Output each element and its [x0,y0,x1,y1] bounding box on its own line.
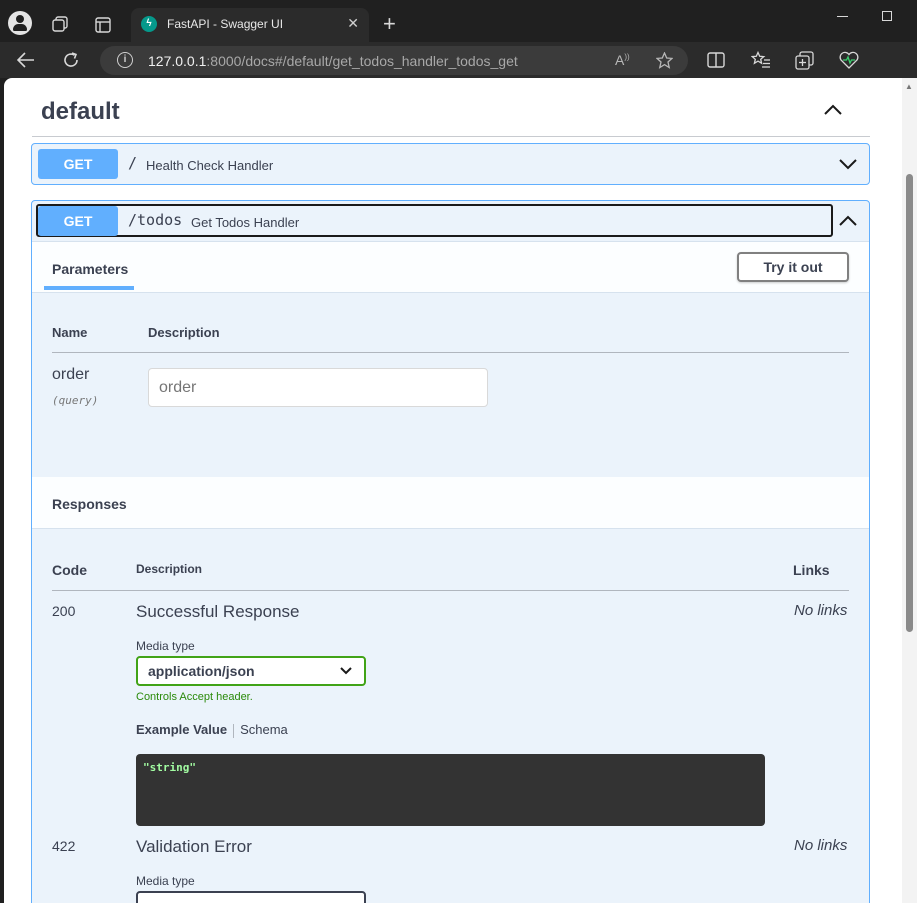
chevron-down-icon[interactable] [838,154,858,174]
tab-actions-icon[interactable] [95,17,111,33]
opblock-summary[interactable]: GET / Health Check Handler [32,144,869,184]
page-scrollbar[interactable]: ▲ [902,78,917,903]
favorites-icon[interactable] [751,51,771,69]
tag-divider [32,136,870,137]
opblock-summary[interactable]: GET /todos Get Todos Handler [32,201,869,241]
tab-underline [44,286,134,290]
op-path: / [128,154,138,172]
tag-title[interactable]: default [41,98,120,126]
media-type-select[interactable] [136,891,366,903]
workspaces-icon[interactable] [52,16,69,33]
response-code: 200 [52,603,76,619]
col-name: Name [52,325,88,340]
response-code: 422 [52,838,76,854]
site-info-icon[interactable]: i [117,52,133,68]
schema-tab[interactable]: Schema [240,722,288,737]
read-aloud-icon[interactable]: A)) [615,52,630,68]
new-tab-icon[interactable]: + [383,13,396,35]
responses-header: Responses [32,477,869,529]
method-badge: GET [38,149,118,179]
try-it-out-button[interactable]: Try it out [737,252,849,282]
media-type-label: Media type [136,874,195,888]
op-summary-text: Health Check Handler [146,158,274,173]
example-code-block: "string" [136,754,765,826]
back-icon[interactable] [17,52,35,68]
chevron-up-icon[interactable] [823,100,843,120]
media-type-label: Media type [136,639,195,653]
refresh-icon[interactable] [62,51,80,69]
profile-icon[interactable] [8,11,32,35]
minimize-icon[interactable] [837,16,848,17]
parameters-tab[interactable]: Parameters [52,261,128,277]
url-bar[interactable]: i 127.0.0.1:8000/docs#/default/get_todos… [100,46,688,75]
col-description: Description [148,325,220,340]
swagger-page: default GET / Health Check Handler GET /… [4,78,902,903]
responses-rule [52,590,849,591]
response-links: No links [794,837,848,854]
col-code: Code [52,562,87,578]
title-bar: ϟ FastAPI - Swagger UI ✕ + [0,0,917,42]
collections-icon[interactable] [795,51,814,70]
op-summary-text: Get Todos Handler [191,215,300,230]
param-name: order [52,366,90,383]
maximize-icon[interactable] [882,11,892,21]
tab-title: FastAPI - Swagger UI [167,17,284,31]
op-path: /todos [128,211,183,229]
example-body: "string" [143,761,196,774]
split-screen-icon[interactable] [707,52,725,68]
response-links: No links [794,602,848,619]
scroll-thumb[interactable] [906,174,913,632]
response-description: Validation Error [136,837,252,856]
example-value-tab[interactable]: Example Value [136,722,227,737]
opblock-todos: GET /todos Get Todos Handler Parameters … [31,200,870,903]
close-tab-icon[interactable]: ✕ [347,15,359,32]
scroll-up-icon[interactable]: ▲ [905,82,913,91]
media-type-select[interactable]: application/json [136,656,366,686]
order-input[interactable] [148,368,488,407]
opblock-health: GET / Health Check Handler [31,143,870,185]
controls-accept-note: Controls Accept header. [136,691,253,703]
favorite-star-icon[interactable] [656,52,673,69]
parameters-header: Parameters Try it out [32,241,869,293]
response-description: Successful Response [136,602,300,621]
method-badge: GET [38,206,118,236]
params-rule [52,352,849,353]
chevron-down-icon [340,667,352,675]
param-location: (query) [52,394,99,407]
col-links: Links [793,562,830,578]
example-tabs: Example Value Schema [136,722,288,738]
browser-tab[interactable]: ϟ FastAPI - Swagger UI ✕ [131,8,369,42]
chevron-up-icon[interactable] [838,211,858,231]
browser-essentials-icon[interactable] [839,51,859,69]
url-text[interactable]: 127.0.0.1:8000/docs#/default/get_todos_h… [148,53,518,69]
fastapi-favicon-icon: ϟ [141,16,157,32]
responses-title: Responses [52,496,127,512]
col-response-description: Description [136,562,203,576]
address-toolbar: i 127.0.0.1:8000/docs#/default/get_todos… [0,42,917,78]
